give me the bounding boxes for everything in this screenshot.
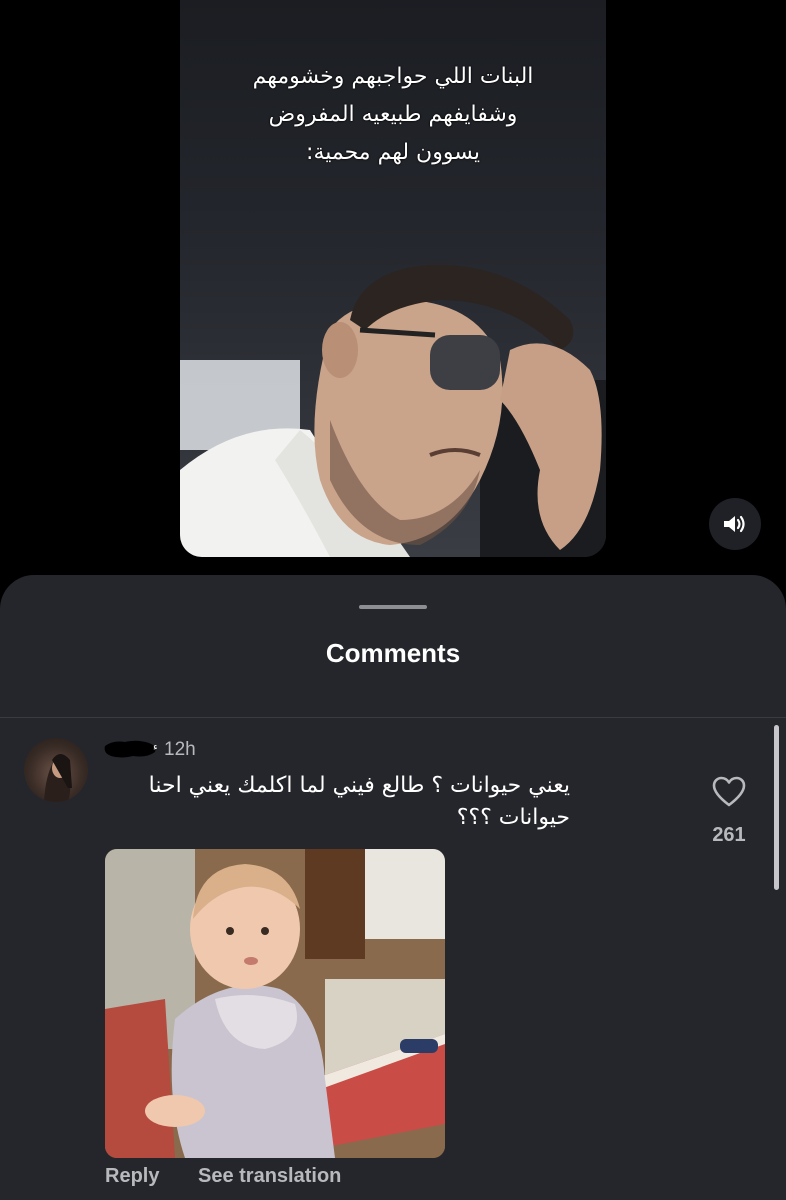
video-player[interactable]: البنات اللي حواجبهم وخشومهم وشفايفهم طبي… <box>180 0 606 557</box>
caption-line: وشفايفهم طبيعيه المفروض <box>268 102 518 127</box>
speaker-icon <box>724 515 745 533</box>
caption-line: يسوون لهم محمية: <box>306 140 480 165</box>
comment-text-line: يعني حيوانات ؟ طالع فيني لما اكلمك يعني … <box>148 773 570 798</box>
comment-text: يعني حيوانات ؟ طالع فيني لما اكلمك يعني … <box>100 770 570 834</box>
comment-timestamp: 12h <box>164 739 196 760</box>
comment-item: ء 12h يعني حيوانات ؟ طالع فيني لما اكلمك… <box>0 575 786 1200</box>
caption-line: البنات اللي حواجبهم وخشومهم <box>252 64 534 89</box>
heart-icon[interactable] <box>712 776 746 808</box>
comments-sheet: Comments ء 12h يعني حيوانات ؟ طالع فيني … <box>0 575 786 1200</box>
page: البنات اللي حواجبهم وخشومهم وشفايفهم طبي… <box>0 0 786 1200</box>
baby-reaction-image <box>105 849 445 1158</box>
username-redacted: ء <box>104 740 158 758</box>
avatar-photo <box>44 754 72 802</box>
see-translation-button[interactable]: See translation <box>198 1165 341 1188</box>
svg-text:ء: ء <box>153 742 158 753</box>
video-caption: البنات اللي حواجبهم وخشومهم وشفايفهم طبي… <box>210 58 576 172</box>
avatar[interactable] <box>24 738 88 802</box>
like-count: 261 <box>712 824 746 846</box>
sound-toggle-button[interactable] <box>709 498 761 550</box>
comment-attached-image[interactable] <box>105 849 445 1158</box>
comment-text-line: حيوانات ؟؟؟ <box>456 805 570 830</box>
scrollbar[interactable] <box>774 725 779 890</box>
reply-button[interactable]: Reply <box>105 1165 159 1188</box>
